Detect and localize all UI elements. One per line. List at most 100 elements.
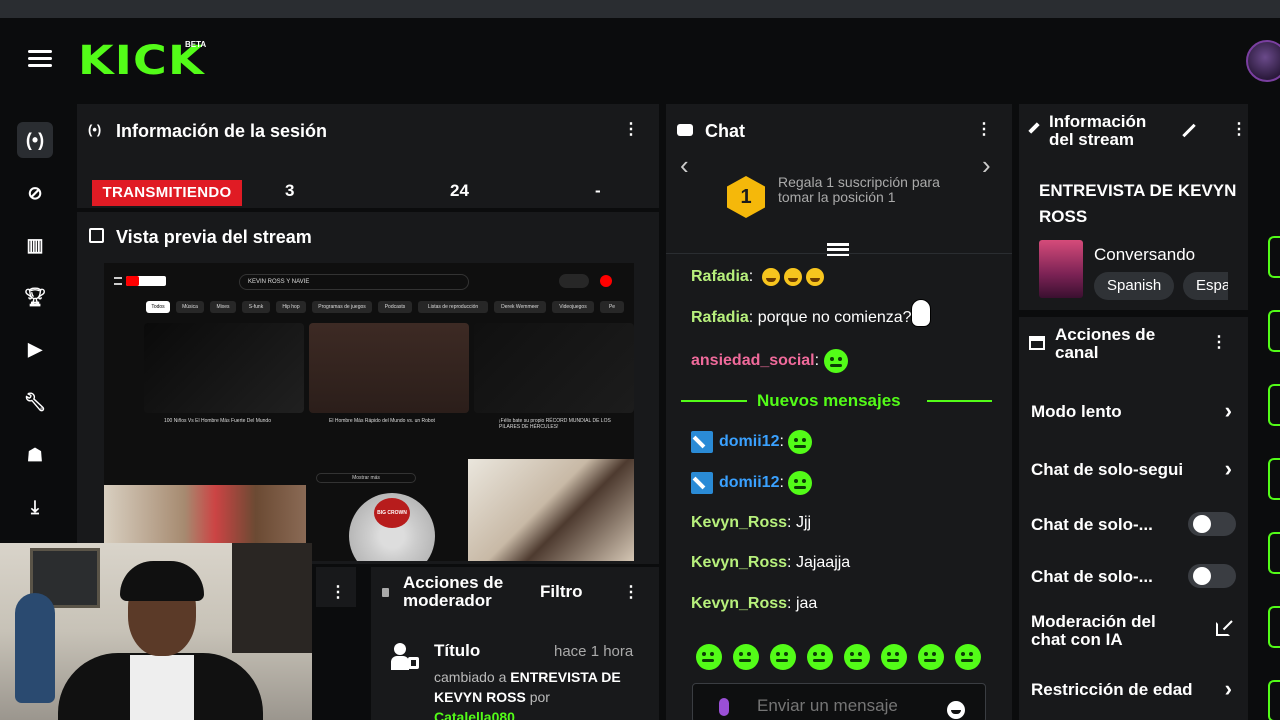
laughing-emoji-icon xyxy=(805,268,824,286)
yt-thumbnail xyxy=(309,323,469,413)
preview-guest-camera xyxy=(468,459,634,561)
kick-emote-icon xyxy=(788,430,813,454)
emote-only-chat-row: Chat de solo-... xyxy=(1031,567,1153,586)
subscribers-only-toggle[interactable] xyxy=(1188,512,1236,536)
moderator-badge-icon xyxy=(691,472,713,494)
emote-option-icon[interactable] xyxy=(733,644,759,670)
menu-icon[interactable] xyxy=(28,50,52,68)
wrench-icon[interactable]: 🔧︎ xyxy=(20,387,50,417)
moderator-menu-icon[interactable]: ⋮ xyxy=(623,585,639,601)
stream-title-text: ENTREVISTA DE KEVYN ROSS xyxy=(1039,181,1237,226)
chat-message-input[interactable] xyxy=(757,696,937,716)
chat-message: domii12: xyxy=(691,430,813,454)
tag-espanol[interactable]: Espa xyxy=(1183,272,1228,300)
yt-chip: Videojuegos xyxy=(552,301,594,313)
chevron-right-icon: › xyxy=(1224,456,1232,481)
emote-option-icon[interactable] xyxy=(881,644,907,670)
emote-option-icon[interactable] xyxy=(696,644,722,670)
moderator-badge-icon xyxy=(691,431,713,453)
emote-option-icon[interactable] xyxy=(770,644,796,670)
yt-chip: Hip hop xyxy=(276,301,306,313)
youtube-logo-icon xyxy=(126,276,166,286)
new-messages-divider xyxy=(927,400,992,402)
edge-widget[interactable] xyxy=(1268,310,1280,352)
emote-option-icon[interactable] xyxy=(955,644,981,670)
stream-preview-title: Vista previa del stream xyxy=(116,227,312,247)
chat-icon xyxy=(677,124,693,136)
analytics-icon[interactable]: ▥ xyxy=(20,230,50,260)
edge-widget[interactable] xyxy=(1268,532,1280,574)
yt-thumbnail xyxy=(144,323,304,413)
live-broadcast-icon[interactable]: (•) xyxy=(17,122,53,158)
chevron-right-icon[interactable]: › xyxy=(982,150,991,181)
yt-chip: Podcasts xyxy=(378,301,412,313)
microphone-icon[interactable] xyxy=(719,698,729,716)
live-status-badge: TRANSMITIENDO xyxy=(92,180,242,206)
panel-menu-icon[interactable]: ⋮ xyxy=(330,585,346,601)
trophy-icon[interactable]: 🏆︎ xyxy=(20,282,50,312)
yt-menu-icon xyxy=(114,277,122,285)
yt-chip: Mixes xyxy=(210,301,236,313)
slow-mode-row[interactable]: Modo lento › xyxy=(1031,398,1232,423)
download-icon[interactable]: ⤓ xyxy=(20,492,50,522)
yt-chip: S-funk xyxy=(242,301,270,313)
stream-info-menu-icon[interactable]: ⋮ xyxy=(1231,122,1247,138)
gavel-icon xyxy=(382,588,389,597)
yt-chip: Música xyxy=(176,301,204,313)
user-avatar[interactable] xyxy=(1246,40,1280,82)
event-title: Título xyxy=(434,641,481,660)
chat-menu-icon[interactable]: ⋮ xyxy=(976,122,992,138)
edge-widget[interactable] xyxy=(1268,458,1280,500)
cd-label: BIG CROWN xyxy=(374,498,410,528)
kick-emote-icon xyxy=(823,349,848,373)
edge-widget[interactable] xyxy=(1268,236,1280,278)
session-stat-3: - xyxy=(595,181,601,200)
emote-option-icon[interactable] xyxy=(807,644,833,670)
session-stat-2: 24 xyxy=(450,181,469,200)
user-edit-icon xyxy=(391,643,419,671)
stream-preview-video[interactable]: KEVIN ROSS Y NAVIE Todos Música Mixes S-… xyxy=(104,263,634,561)
event-description: cambiado a ENTREVISTA DE KEVYN ROSS por … xyxy=(434,669,621,720)
external-link-icon[interactable] xyxy=(1216,622,1230,636)
edge-widget[interactable] xyxy=(1268,606,1280,648)
chevron-right-icon: › xyxy=(1224,398,1232,423)
event-time: hace 1 hora xyxy=(554,643,634,660)
tag-spanish[interactable]: Spanish xyxy=(1094,272,1175,300)
webcam-person-hair xyxy=(120,561,204,601)
session-menu-icon[interactable]: ⋮ xyxy=(623,122,639,138)
followers-only-chat-row[interactable]: Chat de solo-segui › xyxy=(1031,456,1232,481)
yt-create-button xyxy=(559,274,589,288)
os-title-bar xyxy=(0,0,1280,18)
emote-option-icon[interactable] xyxy=(844,644,870,670)
new-messages-divider xyxy=(681,400,747,402)
edge-widget[interactable] xyxy=(1268,680,1280,720)
category-name: Conversando xyxy=(1094,245,1196,264)
video-icon[interactable]: ▶ xyxy=(20,334,50,364)
yt-video-caption: 100 Niños Vs El Hombre Más Fuerte Del Mu… xyxy=(164,418,271,424)
emoji-picker-icon[interactable] xyxy=(947,701,965,719)
category-thumbnail xyxy=(1039,240,1083,298)
laughing-emoji-icon xyxy=(761,268,780,286)
session-stat-1: 3 xyxy=(285,181,295,200)
community-icon[interactable]: ☗ xyxy=(20,440,50,470)
subscribers-only-chat-row: Chat de solo-... xyxy=(1031,515,1153,534)
channel-actions-menu-icon[interactable]: ⋮ xyxy=(1211,335,1227,351)
yt-chip: Programas de juegos xyxy=(312,301,372,313)
filter-button[interactable]: Filtro xyxy=(540,582,583,602)
edge-widget[interactable] xyxy=(1268,384,1280,426)
yt-chip: Todos xyxy=(146,301,170,313)
preview-icon xyxy=(89,228,104,243)
chevron-left-icon[interactable]: ‹ xyxy=(680,150,689,181)
channel-icon xyxy=(1029,336,1045,350)
yt-video-caption: El Hombre Más Rápido del Mundo vs. un Ro… xyxy=(329,418,435,424)
chat-divider xyxy=(666,253,1012,254)
streamer-webcam xyxy=(0,543,312,720)
age-restriction-row[interactable]: Restricción de edad › xyxy=(1031,676,1232,701)
emote-option-icon[interactable] xyxy=(918,644,944,670)
link-icon[interactable]: ⊘ xyxy=(20,178,50,208)
collapse-icon[interactable] xyxy=(827,243,849,257)
emote-only-toggle[interactable] xyxy=(1188,564,1236,588)
webcam-person-shirt-front xyxy=(130,655,194,720)
stream-info-title: Información del stream xyxy=(1049,112,1147,149)
ai-moderation-row[interactable]: Moderación del chat con IA xyxy=(1031,613,1181,649)
